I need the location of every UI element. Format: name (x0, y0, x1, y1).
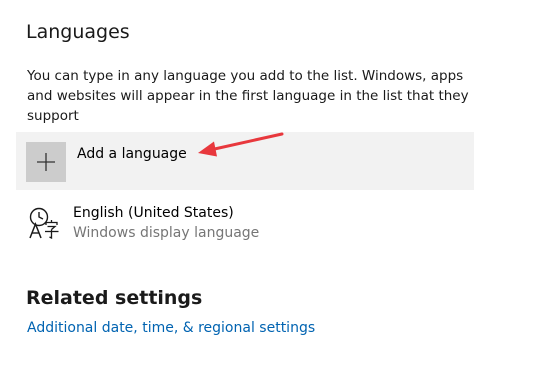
related-settings-heading: Related settings (26, 287, 203, 309)
add-icon-tile (26, 142, 66, 182)
regional-settings-link[interactable]: Additional date, time, & regional settin… (27, 318, 315, 338)
languages-settings-page: Languages You can type in any language y… (0, 0, 557, 367)
languages-description: You can type in any language you add to … (27, 68, 469, 124)
plus-icon (37, 153, 55, 171)
add-language-label: Add a language (77, 146, 187, 162)
red-arrow-icon (198, 132, 284, 157)
language-name: English (United States) (73, 205, 234, 221)
language-subtitle: Windows display language (73, 225, 260, 241)
languages-heading: Languages (26, 21, 130, 43)
language-icon (29, 207, 59, 239)
language-item-english-us[interactable]: English (United States) Windows display … (16, 196, 474, 248)
